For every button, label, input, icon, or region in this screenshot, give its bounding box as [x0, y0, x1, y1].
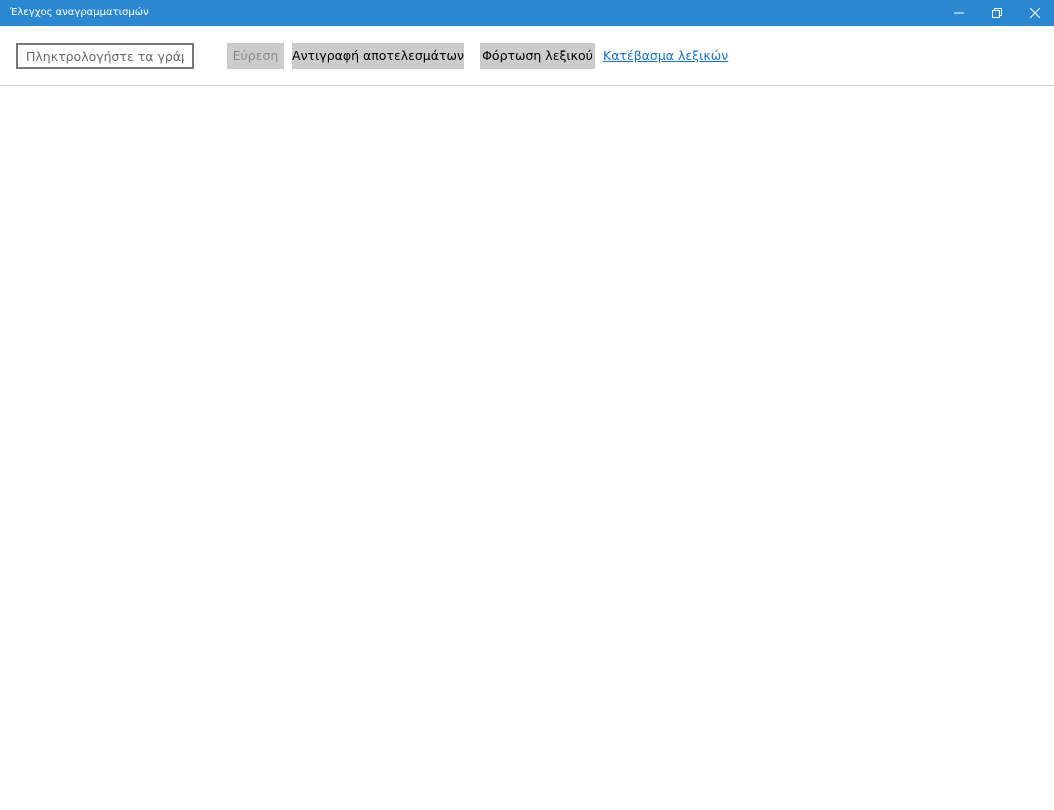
download-dictionaries-link[interactable]: Κατέβασμα λεξικών [603, 43, 728, 69]
letters-input[interactable] [16, 43, 194, 69]
title-bar[interactable]: Έλεγχος αναγραμματισμών [0, 0, 1054, 26]
minimize-button[interactable] [940, 0, 978, 26]
window-title: Έλεγχος αναγραμματισμών [10, 7, 149, 18]
restore-icon [992, 8, 1002, 18]
results-area [0, 86, 1054, 810]
find-button[interactable]: Εύρεση [227, 43, 284, 69]
app-window: Έλεγχος αναγραμματισμών Εύρεση Αντιγραφή… [0, 0, 1054, 810]
load-dictionary-button[interactable]: Φόρτωση λεξικού [480, 43, 595, 69]
close-icon [1030, 8, 1040, 18]
minimize-icon [954, 12, 964, 14]
toolbar: Εύρεση Αντιγραφή αποτελεσμάτων Φόρτωση λ… [0, 26, 1054, 86]
close-button[interactable] [1016, 0, 1054, 26]
restore-button[interactable] [978, 0, 1016, 26]
copy-results-button[interactable]: Αντιγραφή αποτελεσμάτων [292, 43, 464, 69]
